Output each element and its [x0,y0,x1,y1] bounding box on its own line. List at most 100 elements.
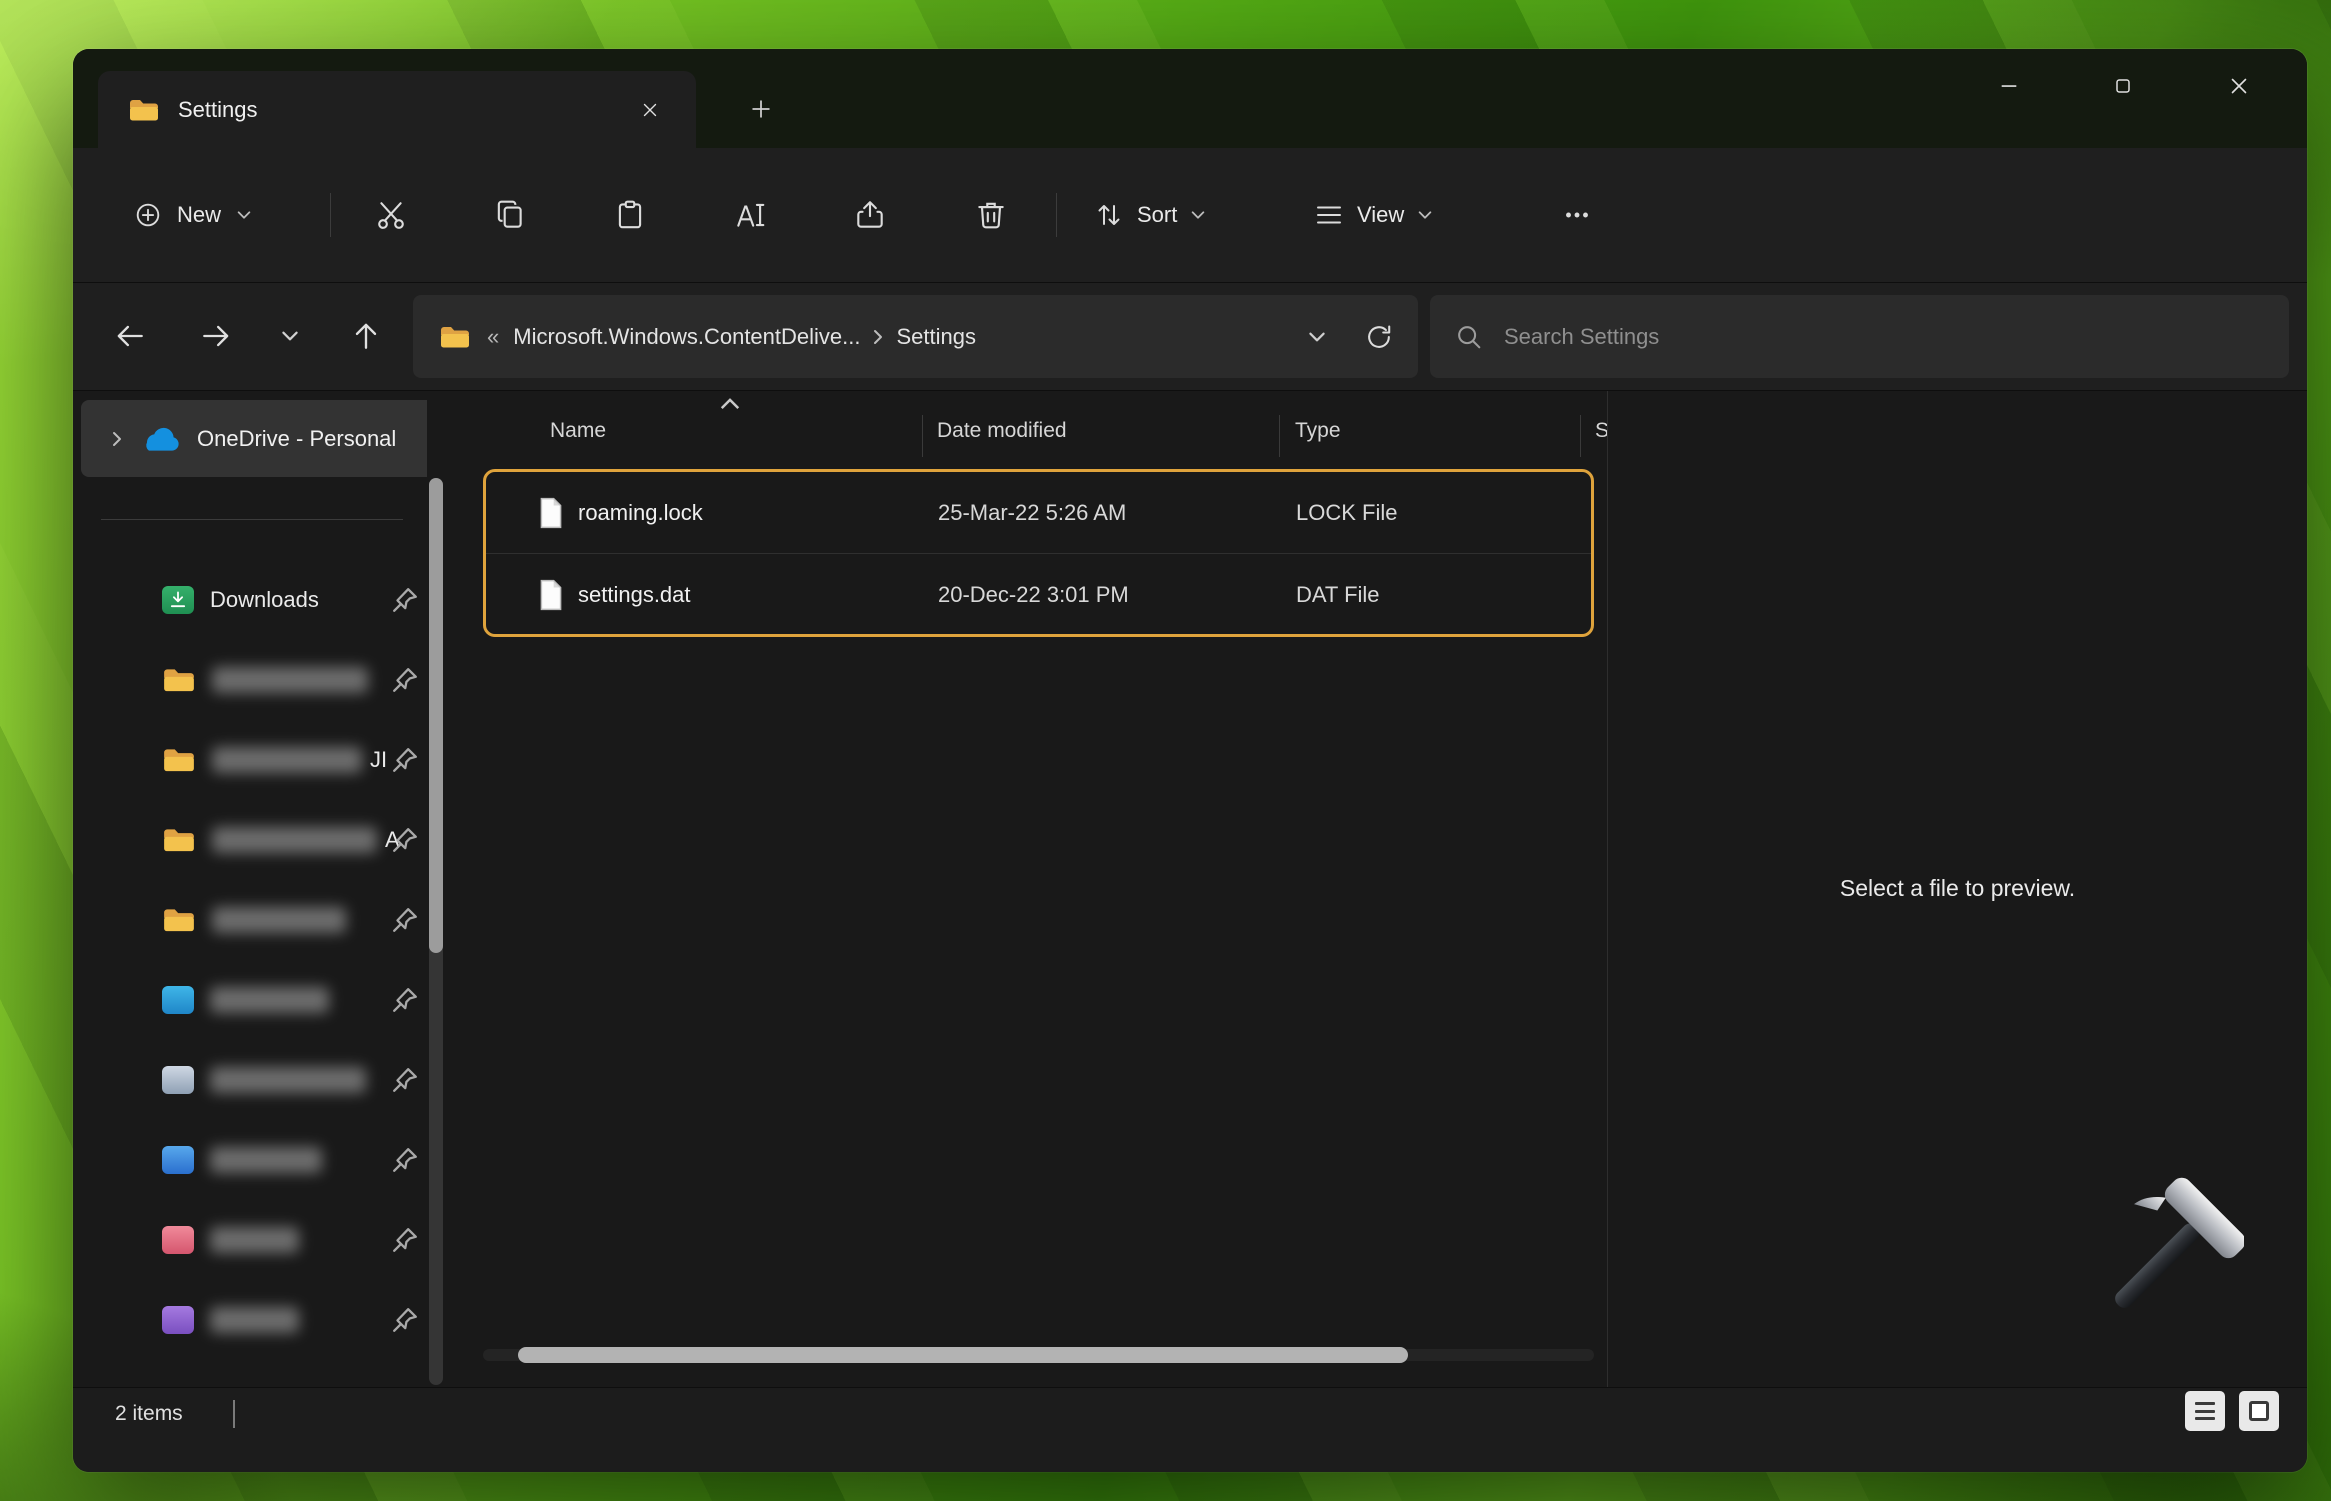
chevron-down-icon [279,325,301,347]
column-header-date-modified[interactable]: Date modified [937,419,1067,443]
address-dropdown-chevron-icon[interactable] [1306,326,1328,348]
sidebar-item[interactable] [81,966,427,1034]
sidebar-item-downloads[interactable]: Downloads [81,566,427,634]
sidebar-item[interactable] [81,1046,427,1114]
arrow-up-icon [349,319,383,353]
delete-button[interactable] [961,185,1021,245]
paste-button[interactable] [600,185,660,245]
toolbar-divider [1056,193,1057,237]
sidebar-item[interactable] [81,1126,427,1194]
sort-icon [1093,199,1125,231]
more-options-button[interactable] [1547,185,1607,245]
folder-icon [439,324,471,350]
view-button[interactable]: View [1301,185,1446,245]
redacted-label [210,1147,322,1173]
sidebar-item[interactable] [81,1286,427,1354]
minimize-icon [1996,73,2022,99]
up-button[interactable] [337,307,395,365]
vertical-scrollbar-thumb[interactable] [429,478,443,953]
chevron-right-icon [868,327,888,347]
sidebar-item[interactable] [81,1206,427,1274]
file-list: Name Date modified Type Size roaming.loc… [451,391,1607,1387]
redacted-label [212,747,362,773]
refresh-icon[interactable] [1364,322,1394,352]
sidebar-item-label-suffix: JI [370,747,387,773]
file-explorer-window: Settings New [73,49,2307,1472]
app-folder-icon [162,1066,194,1094]
paste-icon [613,198,647,232]
maximize-button[interactable] [2089,57,2157,115]
folder-icon [162,906,196,934]
navigation-pane: OneDrive - Personal Downloads JI [73,391,427,1387]
trash-icon [974,198,1008,232]
recent-locations-button[interactable] [265,307,315,365]
explorer-tab[interactable]: Settings [98,71,696,148]
arrow-right-icon [199,319,233,353]
tab-close-button[interactable] [630,90,670,130]
maximize-icon [2111,74,2135,98]
pin-icon [391,1066,419,1094]
share-button[interactable] [840,185,900,245]
pin-icon [391,1146,419,1174]
column-header-size[interactable]: Size [1595,419,1607,443]
sidebar-item-onedrive[interactable]: OneDrive - Personal [81,400,427,477]
column-divider[interactable] [1279,415,1280,457]
breadcrumb-leaf[interactable]: Settings [896,324,976,350]
vertical-scrollbar[interactable] [429,478,443,1385]
app-folder-icon [162,986,194,1014]
preview-pane: Select a file to preview. [1607,391,2307,1387]
new-tab-button[interactable] [733,81,789,137]
column-header-name[interactable]: Name [550,419,606,443]
plus-icon [747,95,775,123]
cut-button[interactable] [361,185,421,245]
column-divider[interactable] [1580,415,1581,457]
breadcrumb-overflow[interactable]: « [487,324,499,350]
new-button[interactable]: New [113,180,273,250]
file-date-modified: 20-Dec-22 3:01 PM [938,582,1129,608]
horizontal-scrollbar-thumb[interactable] [518,1347,1408,1363]
chevron-down-icon [1189,206,1207,224]
app-folder-icon [162,1226,194,1254]
large-icons-view-icon [2249,1401,2269,1421]
redacted-label [210,1227,299,1253]
scissors-icon [374,198,408,232]
pin-icon [391,666,419,694]
status-divider [233,1400,235,1428]
details-view-toggle[interactable] [2185,1391,2225,1431]
file-icon [538,497,564,529]
sidebar-item[interactable]: A [81,806,427,874]
column-divider[interactable] [922,415,923,457]
forward-button[interactable] [187,307,245,365]
search-box[interactable] [1430,295,2289,378]
folder-icon [162,746,196,774]
close-window-button[interactable] [2205,57,2273,115]
chevron-right-icon[interactable] [107,429,127,449]
downloads-icon [162,586,194,614]
folder-icon [162,826,196,854]
minimize-button[interactable] [1975,57,2043,115]
copy-button[interactable] [480,185,540,245]
address-bar[interactable]: « Microsoft.Windows.ContentDelive... Set… [413,295,1418,378]
sidebar-item[interactable]: JI [81,726,427,794]
details-view-icon [2195,1402,2215,1420]
search-input[interactable] [1502,323,2265,351]
folder-icon [162,666,196,694]
view-button-label: View [1357,202,1404,228]
app-folder-icon [162,1146,194,1174]
file-row[interactable]: roaming.lock 25-Mar-22 5:26 AM LOCK File [486,472,1591,553]
breadcrumb-root[interactable]: Microsoft.Windows.ContentDelive... [513,324,860,350]
file-row[interactable]: settings.dat 20-Dec-22 3:01 PM DAT File [486,553,1591,635]
sidebar-item[interactable] [81,646,427,714]
sort-button[interactable]: Sort [1081,185,1219,245]
sidebar-item[interactable] [81,886,427,954]
back-button[interactable] [101,307,159,365]
large-icons-view-toggle[interactable] [2239,1391,2279,1431]
rename-button[interactable] [720,185,780,245]
file-name: settings.dat [578,582,691,608]
new-button-label: New [177,202,221,228]
file-type: DAT File [1296,582,1380,608]
rename-icon [733,198,767,232]
item-count: 2 items [115,1402,183,1426]
toolbar-divider [330,193,331,237]
column-header-type[interactable]: Type [1295,419,1341,443]
